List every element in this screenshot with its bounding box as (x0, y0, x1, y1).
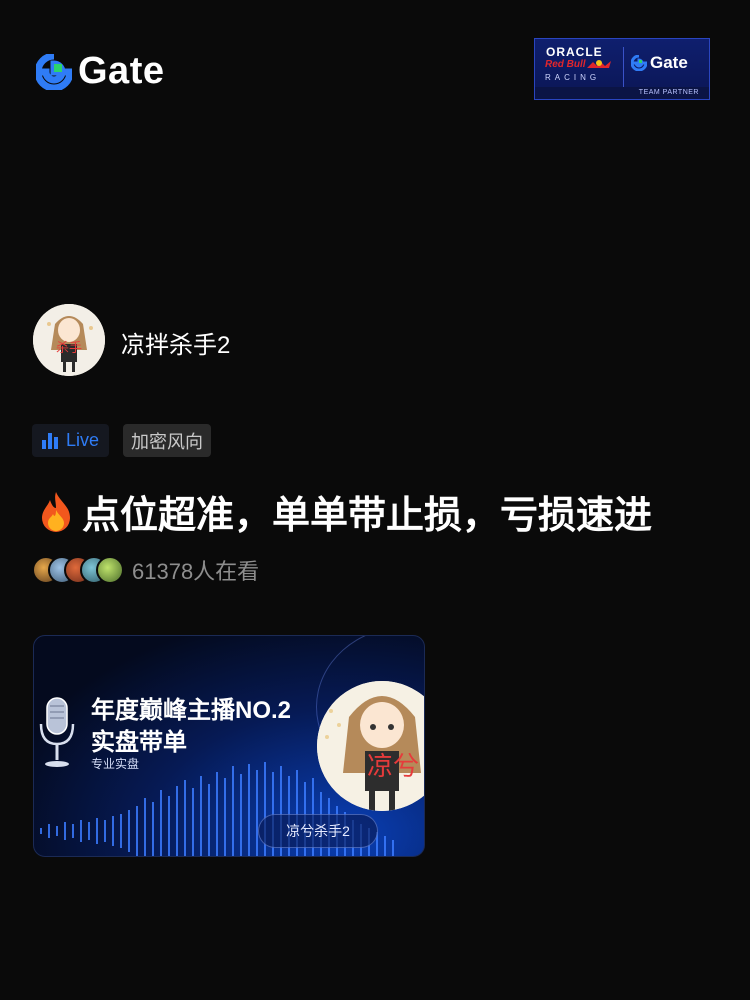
fire-icon (42, 491, 70, 532)
banner-subtitle: 专业实盘 (91, 757, 140, 771)
racing-text: RACING (545, 73, 601, 82)
partner-gate-text: Gate (650, 53, 688, 72)
live-label: Live (66, 430, 100, 450)
redbull-text: Red Bull (545, 59, 586, 70)
stream-title[interactable]: 点位超准，单单带止损，亏损速进 (34, 484, 652, 539)
gate-logo-icon (36, 53, 72, 90)
banner-title-line2: 实盘带单 (91, 729, 187, 756)
gate-logo-text: Gate (78, 50, 165, 92)
gate-logo: Gate (36, 50, 164, 93)
microphone-icon (39, 697, 75, 767)
team-partner-label: TEAM PARTNER (535, 87, 709, 99)
partner-gate-logo: Gate (631, 53, 688, 73)
viewer-avatar (96, 556, 124, 584)
live-bars-icon (42, 432, 58, 449)
category-tag[interactable]: 加密风向 (123, 424, 211, 457)
banner-title-line1: 年度巅峰主播NO.2 (91, 697, 292, 724)
host-avatar[interactable]: 杀手 (33, 304, 105, 376)
live-badge: Live (32, 424, 110, 457)
oracle-text: ORACLE (546, 45, 603, 59)
viewer-avatars (32, 556, 124, 584)
stream-preview-card[interactable]: 年度巅峰主播NO.2 实盘带单 专业实盘 凉兮 凉兮杀手2 (33, 635, 425, 857)
avatar-caption: 杀手 (56, 341, 82, 356)
host-name[interactable]: 凉拌杀手2 (121, 325, 230, 360)
stream-title-text: 点位超准，单单带止损，亏损速进 (82, 495, 653, 537)
photo-caption: 凉兮 (367, 752, 419, 782)
viewers-row: 61378人在看 (32, 554, 259, 586)
host-name-pill: 凉兮杀手2 (258, 814, 378, 848)
host-avatar-image: 杀手 (33, 304, 105, 376)
gate-small-icon (631, 55, 647, 71)
team-partner-badge: ORACLE Red Bull RACING Gate TEAM PARTNER (534, 38, 710, 100)
partner-divider (623, 47, 624, 87)
red-bull-icon (587, 60, 611, 68)
viewer-count: 61378人在看 (132, 559, 260, 584)
